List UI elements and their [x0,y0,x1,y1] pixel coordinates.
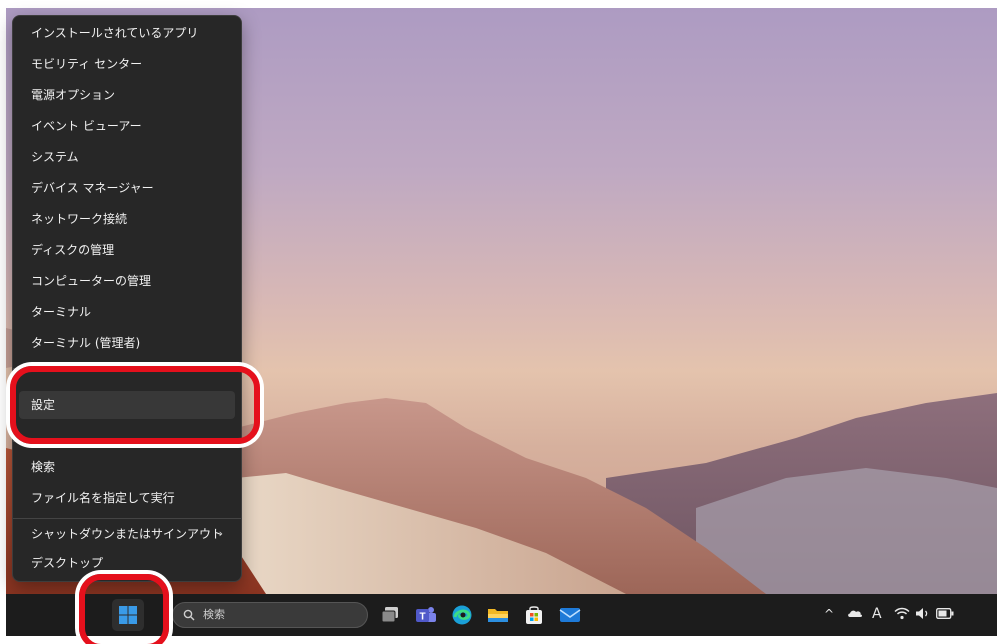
ime-icon[interactable]: A [872,606,882,622]
menu-item-terminal[interactable]: ターミナル [19,298,235,326]
menu-item-label: シャットダウンまたはサインアウト [31,527,224,541]
edge-button[interactable] [446,599,478,631]
start-button[interactable] [112,599,144,631]
microsoft-store-button[interactable] [518,599,550,631]
mail-button[interactable] [554,599,586,631]
menu-separator [13,518,241,519]
menu-item-disk-management[interactable]: ディスクの管理 [19,236,235,264]
menu-item-label: イベント ビューアー [31,119,142,133]
menu-item-label: デバイス マネージャー [31,181,154,195]
menu-item-settings[interactable]: 設定 [19,391,235,419]
wifi-icon[interactable] [894,607,910,620]
menu-item-label: 検索 [31,460,56,474]
file-explorer-button[interactable] [482,599,514,631]
menu-item-power-options[interactable]: 電源オプション [19,81,235,109]
menu-item-installed-apps[interactable]: インストールされているアプリ [19,19,235,47]
task-view-button[interactable] [374,599,406,631]
taskbar: 検索 T ^ A [6,594,997,636]
power-user-menu: インストールされているアプリ モビリティ センター 電源オプション イベント ビ… [12,15,242,582]
taskbar-search-box[interactable]: 検索 [172,602,368,628]
menu-item-label: デスクトップ [31,556,104,570]
teams-icon: T [416,607,436,623]
menu-item-terminal-admin[interactable]: ターミナル (管理者) [19,329,235,357]
menu-item-shutdown-signout[interactable]: シャットダウンまたはサインアウト › [19,520,235,548]
menu-item-label: モビリティ センター [31,57,143,71]
menu-item-label: ターミナル [31,305,92,319]
chevron-up-icon[interactable]: ^ [824,606,834,622]
screen: インストールされているアプリ モビリティ センター 電源オプション イベント ビ… [0,0,997,644]
menu-item-label: システム [31,150,79,164]
task-view-icon [381,607,398,623]
menu-item-network-connections[interactable]: ネットワーク接続 [19,205,235,233]
battery-icon[interactable] [936,608,954,619]
menu-separator [13,441,241,442]
menu-item-label: コンピューターの管理 [31,274,152,288]
menu-item-mobility-center[interactable]: モビリティ センター [19,50,235,78]
menu-item-run[interactable]: ファイル名を指定して実行 [19,484,235,512]
menu-item-label: 設定 [31,398,56,412]
search-placeholder: 検索 [203,608,225,621]
search-icon [183,609,195,621]
menu-item-label: ディスクの管理 [31,243,115,257]
menu-item-device-manager[interactable]: デバイス マネージャー [19,174,235,202]
menu-item-event-viewer[interactable]: イベント ビューアー [19,112,235,140]
file-explorer-icon [488,609,508,622]
menu-item-desktop[interactable]: デスクトップ [19,549,235,577]
mail-icon [559,608,581,622]
speaker-icon[interactable] [915,607,931,620]
menu-item-computer-management[interactable]: コンピューターの管理 [19,267,235,295]
microsoft-store-icon [526,606,542,624]
menu-item-label: ファイル名を指定して実行 [31,491,175,505]
edge-icon [452,605,472,625]
menu-item-label: インストールされているアプリ [31,26,199,40]
menu-item-label: ネットワーク接続 [31,212,128,226]
menu-separator [13,368,241,369]
svg-text:T: T [419,612,425,623]
menu-item-label: ターミナル (管理者) [31,336,141,350]
menu-item-label: 電源オプション [31,88,116,102]
menu-item-search[interactable]: 検索 [19,453,235,481]
onedrive-icon[interactable] [847,608,863,618]
chevron-right-icon: › [218,527,223,540]
teams-button[interactable]: T [410,599,442,631]
windows-start-icon [119,606,137,624]
menu-item-system[interactable]: システム [19,143,235,171]
